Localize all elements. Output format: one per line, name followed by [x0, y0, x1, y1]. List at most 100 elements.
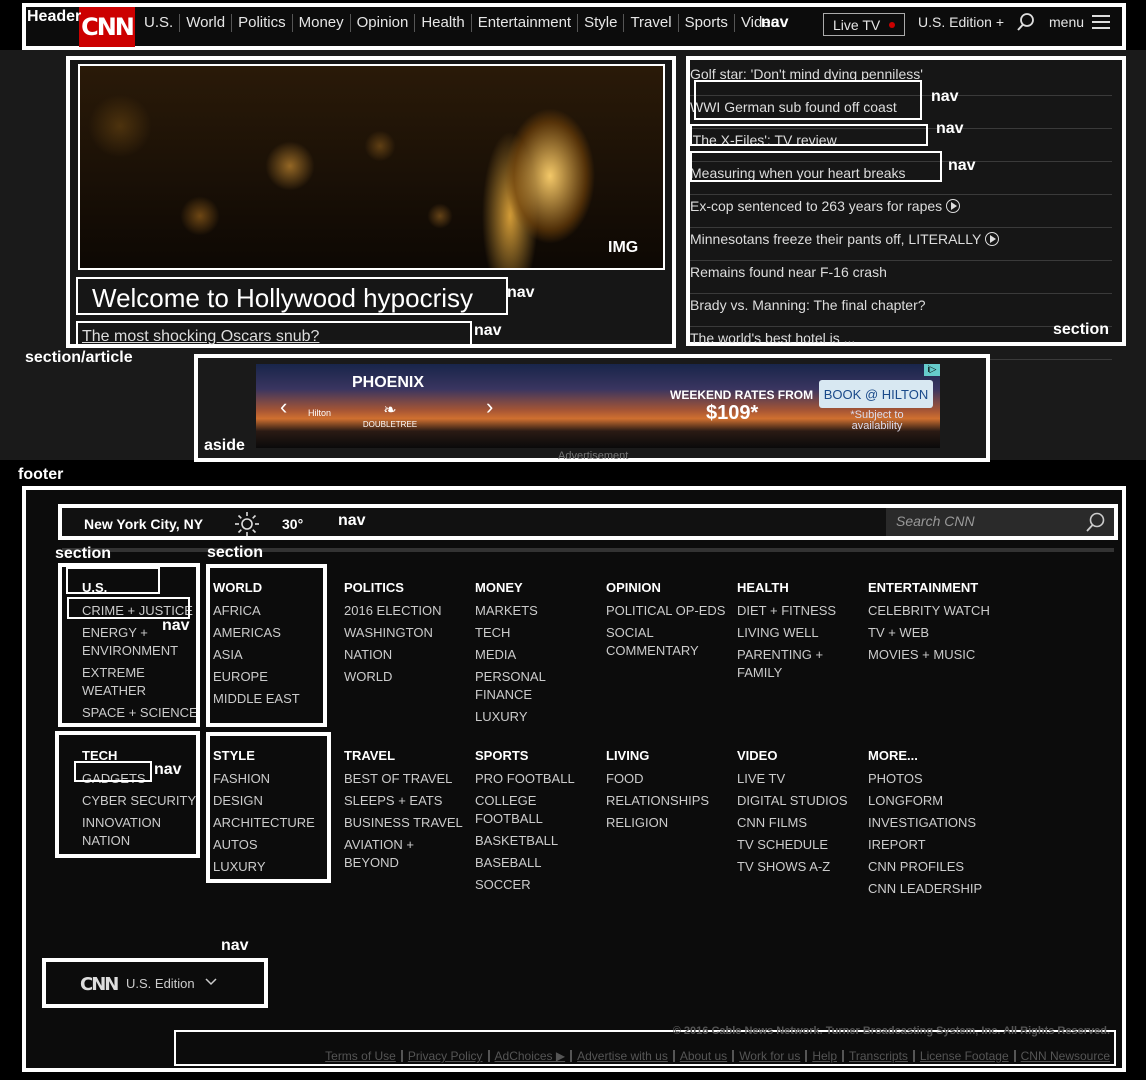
footer-link[interactable]: LIVING WELL	[737, 624, 861, 642]
hero-subtitle-link[interactable]: The most shocking Oscars snub?	[76, 321, 472, 347]
annotation-aside: aside	[204, 437, 245, 454]
hero-subtitle: The most shocking Oscars snub?	[82, 328, 320, 345]
search-icon[interactable]	[1016, 12, 1036, 32]
legal-link[interactable]: AdChoices ▶	[490, 1050, 573, 1062]
weather-city[interactable]: New York City, NY	[84, 516, 203, 532]
footer-link[interactable]: CELEBRITY WATCH	[868, 602, 992, 620]
footer-link[interactable]: TV + WEB	[868, 624, 992, 642]
footer-edition-selector[interactable]: CNN U.S. Edition	[42, 958, 268, 1008]
footer-link[interactable]: PARENTING + FAMILY	[737, 646, 861, 682]
footer-link[interactable]: TECH	[475, 624, 599, 642]
menu-label[interactable]: menu	[1049, 14, 1084, 30]
footer-column-title[interactable]: SPORTS	[475, 748, 599, 763]
ad-book-button[interactable]: BOOK @ HILTON	[819, 380, 933, 408]
footer-link[interactable]: MEDIA	[475, 646, 599, 664]
edition-selector[interactable]: U.S. Edition +	[918, 14, 1004, 30]
legal-link[interactable]: Privacy Policy	[403, 1050, 490, 1062]
footer-column-title[interactable]: LIVING	[606, 748, 730, 763]
headline-link[interactable]: Remains found near F-16 crash	[690, 262, 1112, 294]
ad-next-arrow-icon[interactable]: ›	[486, 394, 493, 420]
footer-link[interactable]: CNN LEADERSHIP	[868, 880, 992, 898]
legal-link[interactable]: License Footage	[915, 1050, 1016, 1062]
play-icon	[946, 199, 961, 213]
footer-column-title[interactable]: OPINION	[606, 580, 730, 595]
footer-link[interactable]: RELATIONSHIPS	[606, 792, 730, 810]
footer-link[interactable]: PRO FOOTBALL	[475, 770, 599, 788]
footer-link[interactable]: SOCCER	[475, 876, 599, 894]
legal-link[interactable]: Help	[807, 1050, 844, 1062]
headline-text: Minnesotans freeze their pants off, LITE…	[690, 231, 982, 247]
nav-item-style[interactable]: Style	[578, 14, 625, 32]
footer-link[interactable]: MARKETS	[475, 602, 599, 620]
legal-link[interactable]: CNN Newsource	[1016, 1050, 1110, 1062]
footer-link[interactable]: WORLD	[344, 668, 468, 686]
footer-link[interactable]: PHOTOS	[868, 770, 992, 788]
footer-link[interactable]: PERSONAL FINANCE	[475, 668, 599, 704]
legal-link[interactable]: Work for us	[734, 1050, 808, 1062]
nav-item-sports[interactable]: Sports	[679, 14, 735, 32]
footer-link[interactable]: RELIGION	[606, 814, 730, 832]
hero-title-link[interactable]: Welcome to Hollywood hypocrisy	[76, 277, 508, 315]
footer-link[interactable]: AVIATION + BEYOND	[344, 836, 468, 872]
legal-link[interactable]: About us	[675, 1050, 735, 1062]
footer-cnn-logo[interactable]: CNN	[80, 974, 119, 995]
footer-link[interactable]: DIGITAL STUDIOS	[737, 792, 861, 810]
weather-temp: 30°	[282, 516, 304, 532]
search-input[interactable]	[896, 513, 1076, 529]
footer-column-title[interactable]: TRAVEL	[344, 748, 468, 763]
legal-link[interactable]: Advertise with us	[572, 1050, 675, 1062]
footer-link[interactable]: MOVIES + MUSIC	[868, 646, 992, 664]
nav-item-politics[interactable]: Politics	[232, 14, 293, 32]
footer-link[interactable]: FOOD	[606, 770, 730, 788]
footer-column-title[interactable]: VIDEO	[737, 748, 861, 763]
headline-text: The world's best hotel is ...	[690, 330, 856, 346]
footer-link[interactable]: COLLEGE FOOTBALL	[475, 792, 599, 828]
footer-link[interactable]: SLEEPS + EATS	[344, 792, 468, 810]
footer-column-title[interactable]: ENTERTAINMENT	[868, 580, 992, 595]
footer-link[interactable]: LUXURY	[475, 708, 599, 726]
headline-link[interactable]: Ex-cop sentenced to 263 years for rapes	[690, 196, 1112, 228]
headline-link[interactable]: Minnesotans freeze their pants off, LITE…	[690, 229, 1112, 261]
footer-link[interactable]: BUSINESS TRAVEL	[344, 814, 468, 832]
nav-item-health[interactable]: Health	[415, 14, 472, 32]
footer-link[interactable]: TV SCHEDULE	[737, 836, 861, 854]
ad-prev-arrow-icon[interactable]: ‹	[280, 394, 287, 420]
nav-item-money[interactable]: Money	[293, 14, 351, 32]
footer-column-title[interactable]: POLITICS	[344, 580, 468, 595]
footer-link[interactable]: 2016 ELECTION	[344, 602, 468, 620]
footer-link[interactable]: LONGFORM	[868, 792, 992, 810]
nav-item-us[interactable]: U.S.	[144, 14, 181, 32]
footer-link[interactable]: BEST OF TRAVEL	[344, 770, 468, 788]
search-icon[interactable]	[1084, 511, 1106, 533]
footer-link[interactable]: NATION	[344, 646, 468, 664]
live-tv-button[interactable]: Live TV	[823, 13, 905, 36]
annotation-section-article: section/article	[25, 349, 133, 366]
legal-link[interactable]: Transcripts	[844, 1050, 915, 1062]
footer-link[interactable]: INVESTIGATIONS	[868, 814, 992, 832]
footer-link[interactable]: BASKETBALL	[475, 832, 599, 850]
footer-column-title[interactable]: MORE...	[868, 748, 992, 763]
headline-link[interactable]: Brady vs. Manning: The final chapter?	[690, 295, 1112, 327]
adchoices-icon[interactable]: i▷	[924, 364, 940, 376]
footer-link[interactable]: DIET + FITNESS	[737, 602, 861, 620]
footer-link[interactable]: TV SHOWS A-Z	[737, 858, 861, 876]
cnn-logo[interactable]: CNN	[79, 7, 135, 47]
hamburger-menu-icon[interactable]	[1092, 15, 1110, 29]
footer-link[interactable]: BASEBALL	[475, 854, 599, 872]
footer-column-title[interactable]: HEALTH	[737, 580, 861, 595]
legal-link[interactable]: Terms of Use	[320, 1050, 403, 1062]
footer-link[interactable]: CNN PROFILES	[868, 858, 992, 876]
nav-item-opinion[interactable]: Opinion	[351, 14, 416, 32]
ad-banner[interactable]: i▷ PHOENIX ‹ Hilton ❧ DOUBLETREE › WEEKEN…	[256, 364, 940, 448]
footer-link[interactable]: LIVE TV	[737, 770, 861, 788]
footer-link[interactable]: WASHINGTON	[344, 624, 468, 642]
footer-link[interactable]: SOCIAL COMMENTARY	[606, 624, 730, 660]
footer-column-title[interactable]: MONEY	[475, 580, 599, 595]
nav-item-travel[interactable]: Travel	[624, 14, 679, 32]
footer-link[interactable]: CNN FILMS	[737, 814, 861, 832]
footer-link[interactable]: POLITICAL OP-EDS	[606, 602, 730, 620]
nav-item-world[interactable]: World	[180, 14, 233, 32]
hero-image[interactable]	[78, 64, 665, 270]
nav-item-entertainment[interactable]: Entertainment	[472, 14, 579, 32]
footer-link[interactable]: IREPORT	[868, 836, 992, 854]
